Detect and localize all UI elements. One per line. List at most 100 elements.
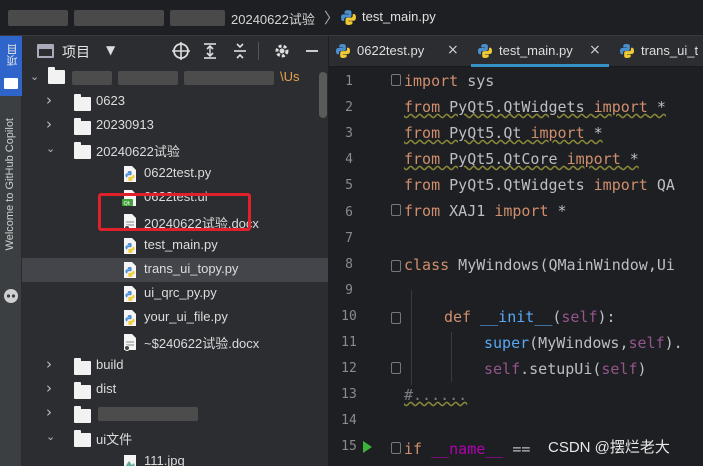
tree-item-label: 0622test.py: [144, 165, 212, 180]
blurred-path: [184, 71, 274, 85]
tree-file-row[interactable]: test_main.py: [22, 234, 328, 258]
tree-item-label: test_main.py: [144, 237, 218, 252]
line-number: 15: [341, 439, 357, 455]
tab-trans-ui[interactable]: trans_ui_t: [613, 36, 703, 67]
breadcrumb-folder[interactable]: 20240622试验: [231, 9, 315, 28]
code-editor: 0622test.py × test_main.py × trans_ui_t …: [329, 36, 703, 466]
code-line-11[interactable]: super(MyWindows,self).: [484, 334, 683, 352]
tab-0622test[interactable]: 0622test.py ×: [329, 36, 467, 67]
line-number: 14: [341, 413, 357, 429]
tree-item-label: your_ui_file.py: [144, 309, 228, 324]
python-file-icon: [336, 44, 350, 58]
annotation-highlight-box: [98, 193, 251, 231]
folder-icon: [74, 358, 91, 375]
code-line-10[interactable]: def __init__(self):: [444, 308, 616, 326]
code-line-15[interactable]: if __name__ ==: [404, 440, 539, 458]
project-panel-header: 项目 ▼: [22, 36, 328, 66]
code-line-8[interactable]: class MyWindows(QMainWindow,Ui: [404, 256, 675, 274]
tree-folder-row[interactable]: ⌄ 20240622试验: [22, 138, 328, 162]
code-line-3[interactable]: from PyQt5.Qt import *: [404, 124, 603, 142]
close-icon[interactable]: ×: [447, 42, 459, 58]
run-icon[interactable]: [363, 441, 372, 453]
project-panel-title[interactable]: 项目: [62, 42, 90, 62]
tab-test-main[interactable]: test_main.py ×: [471, 36, 609, 67]
tree-folder-row[interactable]: ›: [22, 402, 328, 426]
tree-file-row[interactable]: ui_qrc_py.py: [22, 282, 328, 306]
breadcrumb-file[interactable]: test_main.py: [362, 9, 436, 24]
tree-folder-row[interactable]: ⌄ ui文件: [22, 426, 328, 450]
breadcrumb-separator: 〉: [324, 9, 340, 27]
project-window-icon: [37, 44, 54, 58]
root-path-suffix: \Us: [280, 69, 300, 84]
crosshair-icon[interactable]: [171, 41, 191, 61]
tree-item-label: 20230913: [96, 117, 154, 132]
python-file-icon: [478, 44, 492, 58]
chevron-right-icon[interactable]: ›: [46, 355, 58, 373]
chevron-right-icon[interactable]: ›: [46, 403, 58, 421]
close-icon[interactable]: ×: [589, 42, 601, 58]
tool-window-strip: 项目 Welcome to GitHub Copilot: [0, 36, 22, 466]
folder-icon: [74, 430, 91, 447]
code-line-6[interactable]: from XAJ1 import *: [404, 202, 567, 220]
tree-root-row[interactable]: ⌄ \Us: [22, 66, 328, 90]
fold-marker[interactable]: [391, 362, 401, 374]
tree-item-label: 20240622试验: [96, 144, 180, 159]
fold-marker[interactable]: [391, 312, 401, 324]
chevron-down-icon[interactable]: ▼: [106, 43, 115, 57]
line-number: 8: [345, 256, 353, 272]
chevron-down-icon[interactable]: ⌄: [30, 70, 42, 86]
indent-guide: [411, 290, 412, 385]
line-number: 1: [345, 74, 353, 89]
gear-icon[interactable]: [272, 41, 292, 61]
tree-item-label: build: [96, 357, 124, 372]
folder-icon: [74, 406, 91, 423]
tree-folder-row[interactable]: › dist: [22, 378, 328, 402]
folder-icon: [74, 94, 91, 111]
python-file-icon: [122, 309, 138, 327]
line-number: 13: [341, 387, 357, 403]
tree-file-row[interactable]: ~$240622试验.docx: [22, 330, 328, 354]
fold-marker[interactable]: [391, 442, 401, 454]
fold-marker[interactable]: [391, 204, 401, 216]
code-line-5[interactable]: from PyQt5.QtWidgets import QA: [404, 176, 675, 194]
line-number: 12: [341, 361, 357, 377]
code-line-2[interactable]: from PyQt5.QtWidgets import *: [404, 98, 666, 116]
code-line-13[interactable]: #......: [404, 386, 467, 404]
chevron-right-icon[interactable]: ›: [46, 115, 58, 133]
image-file-icon: [122, 453, 138, 466]
line-number: 7: [345, 230, 353, 246]
code-line-1[interactable]: import sys: [404, 72, 494, 90]
folder-icon: [74, 382, 91, 399]
project-tool-button[interactable]: 项目: [0, 36, 22, 96]
collapse-all-icon[interactable]: [230, 41, 250, 61]
chevron-right-icon[interactable]: ›: [46, 379, 58, 397]
tree-file-row[interactable]: 111.jpg: [22, 450, 328, 466]
fold-marker[interactable]: [391, 74, 401, 86]
minimize-icon[interactable]: [302, 41, 322, 61]
copilot-tool-button[interactable]: Welcome to GitHub Copilot: [4, 118, 16, 250]
tree-file-row[interactable]: your_ui_file.py: [22, 306, 328, 330]
folder-icon: [48, 67, 65, 84]
folder-icon: [74, 142, 91, 159]
line-number: 10: [341, 308, 357, 324]
python-file-icon: [122, 261, 138, 279]
navigation-bar: 20240622试验 〉 test_main.py: [0, 0, 703, 36]
tree-file-row[interactable]: 0622test.py: [22, 162, 328, 186]
python-file-icon: [620, 44, 634, 58]
chevron-down-icon[interactable]: ⌄: [46, 430, 58, 446]
chevron-down-icon[interactable]: ⌄: [46, 142, 58, 158]
tree-folder-row[interactable]: › 0623: [22, 90, 328, 114]
chevron-right-icon[interactable]: ›: [46, 91, 58, 109]
tree-item-label: 0623: [96, 93, 125, 108]
line-number: 5: [345, 178, 353, 194]
expand-all-icon[interactable]: [200, 41, 220, 61]
tab-label: 0622test.py: [357, 43, 425, 58]
fold-marker[interactable]: [391, 260, 401, 272]
code-line-12[interactable]: self.setupUi(self): [484, 360, 647, 378]
tree-folder-row[interactable]: › 20230913: [22, 114, 328, 138]
line-number: 9: [345, 282, 353, 298]
tree-file-row[interactable]: trans_ui_topy.py: [22, 258, 328, 282]
tree-folder-row[interactable]: › build: [22, 354, 328, 378]
code-line-4[interactable]: from PyQt5.QtCore import *: [404, 150, 639, 168]
project-panel: 项目 ▼ ⌄ \Us › 0623 › 20230913 ⌄ 20240622试…: [22, 36, 329, 466]
